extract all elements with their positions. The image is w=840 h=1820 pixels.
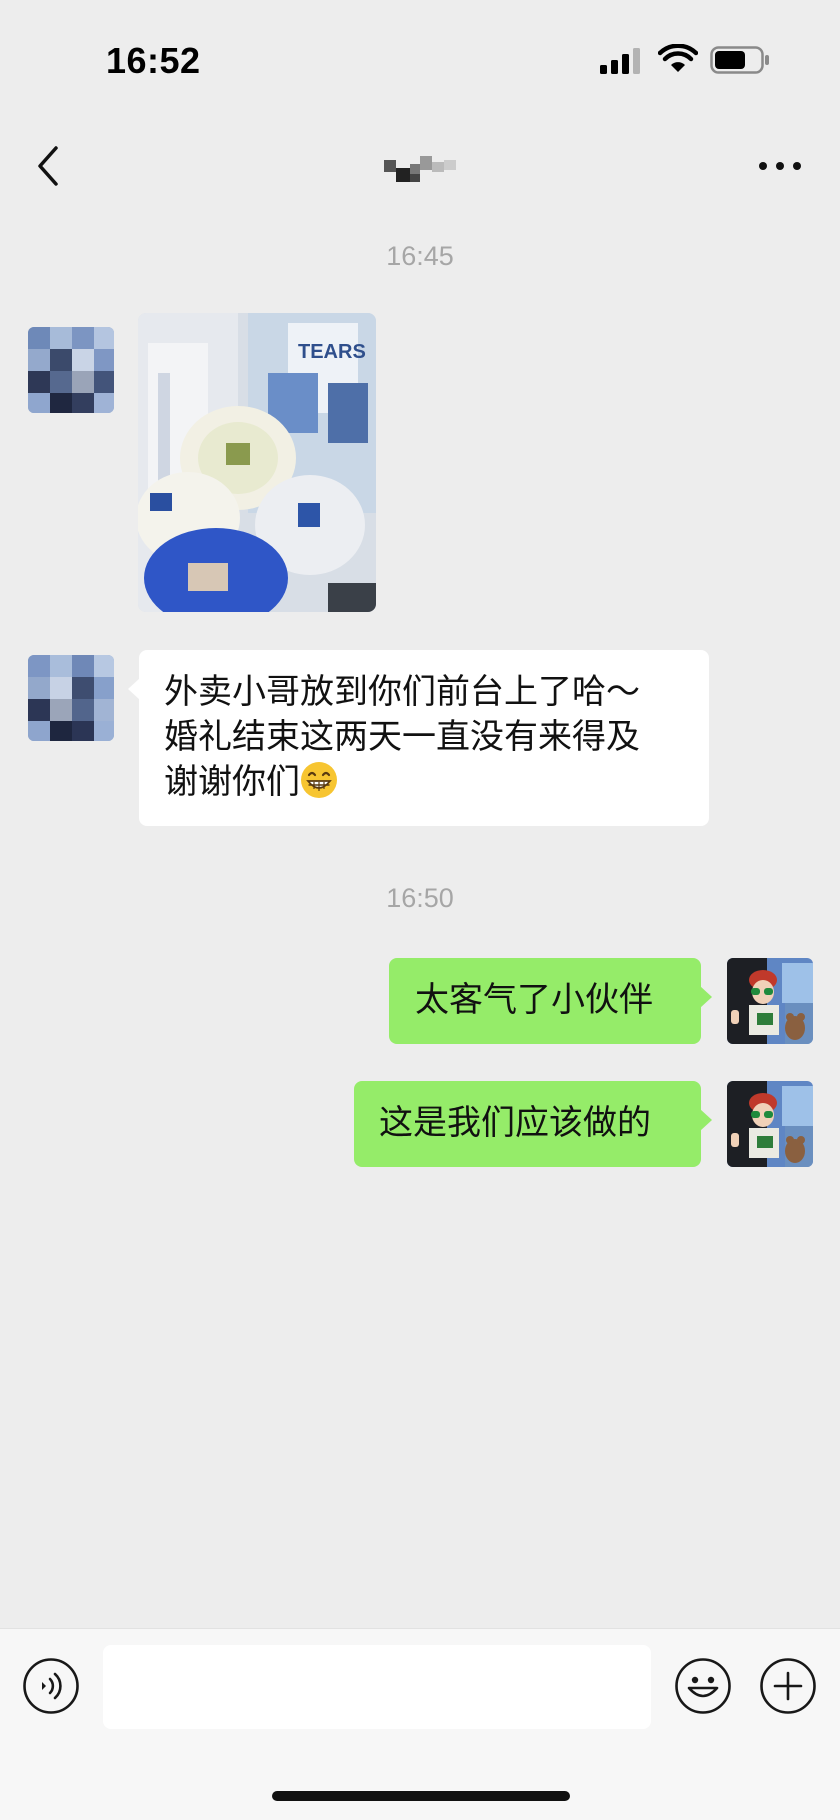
svg-text:TEARS: TEARS (298, 341, 366, 363)
more-dots-icon[interactable] (758, 156, 802, 176)
message-bubble-outgoing[interactable]: 太客气了小伙伴 (389, 958, 712, 1044)
message-timestamp: 16:50 (386, 883, 454, 913)
plus-icon[interactable] (759, 1657, 817, 1715)
input-bar (0, 1628, 840, 1820)
message-line: 外卖小哥放到你们前台上了哈～ (164, 672, 640, 712)
voice-icon[interactable] (22, 1657, 80, 1715)
avatar-self[interactable] (727, 1081, 813, 1167)
signal-icon (600, 48, 644, 78)
home-indicator (272, 1791, 570, 1801)
chevron-left-icon[interactable] (30, 142, 70, 190)
image-message[interactable]: TEARS (138, 313, 376, 612)
grinning-face-emoji (300, 761, 338, 799)
message-text: 这是我们应该做的 (379, 1103, 651, 1143)
avatar-pixelated[interactable] (28, 327, 114, 413)
message-text: 太客气了小伙伴 (415, 980, 653, 1020)
message-timestamp: 16:45 (386, 241, 454, 271)
status-time: 16:52 (106, 40, 201, 81)
avatar-pixelated[interactable] (28, 655, 114, 741)
avatar-self[interactable] (727, 958, 813, 1044)
wifi-icon (657, 43, 699, 78)
message-input[interactable] (103, 1645, 651, 1729)
message-bubble-incoming[interactable]: 外卖小哥放到你们前台上了哈～ 婚礼结束这两天一直没有来得及 谢谢你们 (128, 650, 709, 826)
message-line-text: 谢谢你们 (164, 762, 300, 802)
status-bar: 16:52 (0, 0, 840, 120)
message-line: 谢谢你们 (164, 760, 685, 805)
emoji-icon[interactable] (674, 1657, 732, 1715)
battery-icon (710, 46, 770, 78)
chat-title (384, 154, 456, 184)
nav-bar (0, 120, 840, 210)
message-bubble-outgoing[interactable]: 这是我们应该做的 (354, 1081, 712, 1167)
message-line: 婚礼结束这两天一直没有来得及 (164, 717, 640, 757)
